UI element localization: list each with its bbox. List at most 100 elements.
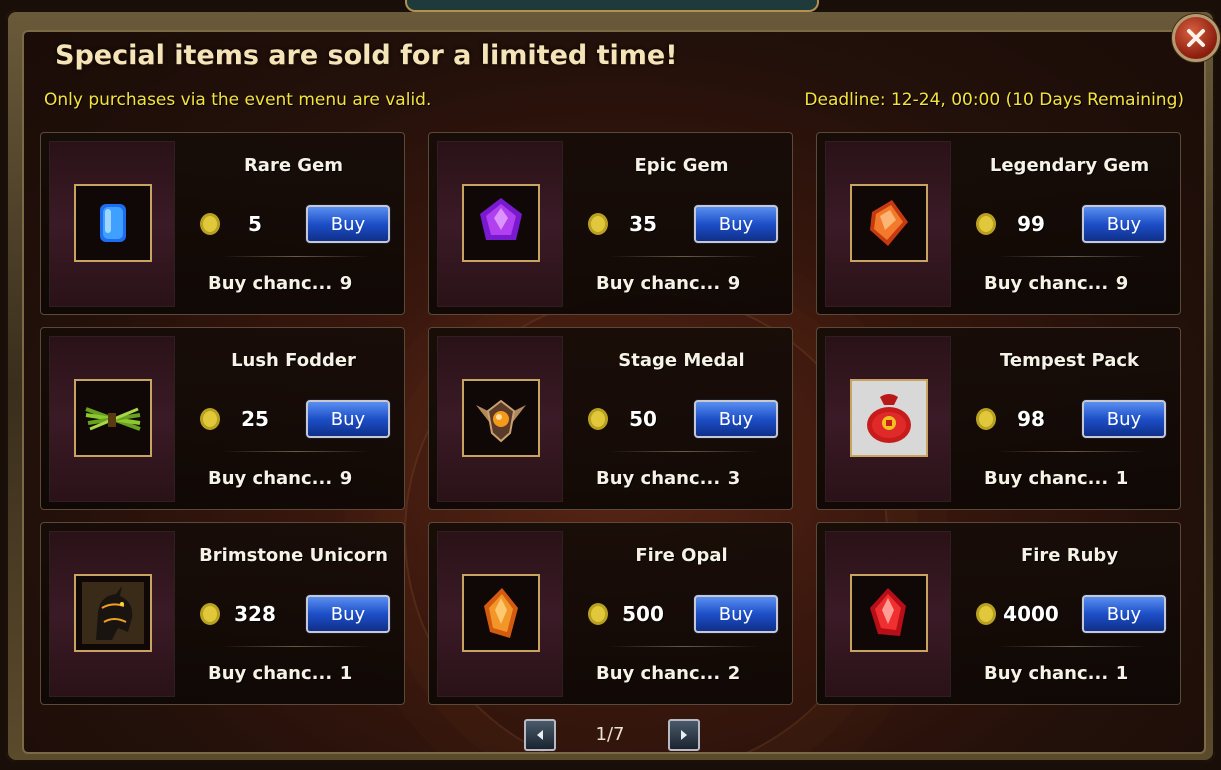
buy-chance-label: Buy chanc... xyxy=(208,663,333,684)
item-price: 500 xyxy=(622,602,664,626)
item-card-tempest-pack: Tempest Pack 98 Buy Buy chanc... 1 xyxy=(816,327,1181,510)
divider xyxy=(221,646,371,647)
item-name: Stage Medal xyxy=(618,350,745,371)
prev-page-button[interactable] xyxy=(524,719,556,751)
buy-chance-value: 9 xyxy=(339,468,353,489)
buy-button[interactable]: Buy xyxy=(306,595,390,633)
fire-opal-icon xyxy=(484,588,518,638)
item-icon-box[interactable] xyxy=(74,574,152,652)
buy-chance-value: 1 xyxy=(1115,468,1129,489)
item-card-stage-medal: Stage Medal 50 Buy Buy chanc... 3 xyxy=(428,327,793,510)
orange-gem-icon xyxy=(870,200,908,246)
blue-gem-icon xyxy=(100,204,126,242)
coin-icon xyxy=(588,408,608,430)
divider xyxy=(609,646,759,647)
coin-icon xyxy=(976,408,996,430)
buy-chance-value: 2 xyxy=(727,663,741,684)
page-title: Special items are sold for a limited tim… xyxy=(55,40,678,71)
buy-chance-value: 9 xyxy=(339,273,353,294)
fodder-icon xyxy=(85,407,141,431)
coin-icon xyxy=(976,603,996,625)
item-card-legendary-gem: Legendary Gem 99 Buy Buy chanc... 9 xyxy=(816,132,1181,315)
item-card-lush-fodder: Lush Fodder 25 Buy Buy chanc... 9 xyxy=(40,327,405,510)
item-icon-box[interactable] xyxy=(462,379,540,457)
item-price: 35 xyxy=(629,212,657,236)
icon-frame xyxy=(825,531,951,697)
coin-icon xyxy=(588,603,608,625)
item-icon-box[interactable] xyxy=(74,184,152,262)
close-icon xyxy=(1187,29,1205,47)
icon-frame xyxy=(49,141,175,307)
icon-frame xyxy=(437,336,563,502)
item-grid: Rare Gem 5 Buy Buy chanc... 9 Epic Gem 3… xyxy=(40,132,1181,705)
top-ornament xyxy=(405,0,819,12)
buy-chance-value: 9 xyxy=(1115,273,1129,294)
item-icon-box[interactable] xyxy=(462,574,540,652)
buy-button[interactable]: Buy xyxy=(1082,400,1166,438)
item-name: Fire Opal xyxy=(635,545,728,566)
coin-icon xyxy=(588,213,608,235)
item-name: Tempest Pack xyxy=(999,350,1140,371)
item-card-fire-ruby: Fire Ruby 4000 Buy Buy chanc... 1 xyxy=(816,522,1181,705)
unicorn-icon xyxy=(82,582,144,644)
item-card-fire-opal: Fire Opal 500 Buy Buy chanc... 2 xyxy=(428,522,793,705)
divider xyxy=(609,256,759,257)
buy-chance-label: Buy chanc... xyxy=(208,468,333,489)
icon-frame xyxy=(437,141,563,307)
buy-chance-label: Buy chanc... xyxy=(984,663,1109,684)
deadline-text: Deadline: 12-24, 00:00 (10 Days Remainin… xyxy=(804,90,1184,110)
item-price: 4000 xyxy=(1003,602,1059,626)
divider xyxy=(609,451,759,452)
event-note: Only purchases via the event menu are va… xyxy=(44,90,432,110)
icon-frame xyxy=(49,531,175,697)
item-icon-box[interactable] xyxy=(850,574,928,652)
coin-icon xyxy=(976,213,996,235)
item-icon-box[interactable] xyxy=(74,379,152,457)
coin-icon xyxy=(200,408,220,430)
buy-button[interactable]: Buy xyxy=(694,400,778,438)
right-arrow-icon xyxy=(681,730,687,740)
item-icon-box[interactable] xyxy=(850,379,928,457)
icon-frame xyxy=(49,336,175,502)
item-card-rare-gem: Rare Gem 5 Buy Buy chanc... 9 xyxy=(40,132,405,315)
buy-chance-value: 1 xyxy=(1115,663,1129,684)
coin-icon xyxy=(200,213,220,235)
item-price: 5 xyxy=(248,212,262,236)
buy-button[interactable]: Buy xyxy=(694,205,778,243)
buy-chance-label: Buy chanc... xyxy=(596,273,721,294)
buy-chance-label: Buy chanc... xyxy=(984,273,1109,294)
close-button[interactable] xyxy=(1172,14,1220,62)
red-bag-icon xyxy=(867,394,911,443)
buy-chance-value: 9 xyxy=(727,273,741,294)
purple-gem-icon xyxy=(480,198,522,240)
buy-chance-label: Buy chanc... xyxy=(596,663,721,684)
icon-frame xyxy=(825,336,951,502)
buy-button[interactable]: Buy xyxy=(1082,595,1166,633)
buy-chance-value: 1 xyxy=(339,663,353,684)
left-arrow-icon xyxy=(537,730,543,740)
medal-icon xyxy=(476,399,526,443)
item-name: Brimstone Unicorn xyxy=(199,545,388,566)
item-price: 99 xyxy=(1017,212,1045,236)
item-card-epic-gem: Epic Gem 35 Buy Buy chanc... 9 xyxy=(428,132,793,315)
buy-chance-value: 3 xyxy=(727,468,741,489)
item-name: Lush Fodder xyxy=(231,350,356,371)
buy-button[interactable]: Buy xyxy=(1082,205,1166,243)
buy-chance-label: Buy chanc... xyxy=(984,468,1109,489)
item-icon-box[interactable] xyxy=(850,184,928,262)
item-price: 98 xyxy=(1017,407,1045,431)
divider xyxy=(997,256,1147,257)
item-card-brimstone-unicorn: Brimstone Unicorn 328 Buy Buy chanc... 1 xyxy=(40,522,405,705)
buy-button[interactable]: Buy xyxy=(306,400,390,438)
next-page-button[interactable] xyxy=(668,719,700,751)
item-price: 25 xyxy=(241,407,269,431)
divider xyxy=(997,451,1147,452)
buy-button[interactable]: Buy xyxy=(694,595,778,633)
divider xyxy=(221,451,371,452)
item-icon-box[interactable] xyxy=(462,184,540,262)
item-price: 50 xyxy=(629,407,657,431)
item-name: Legendary Gem xyxy=(989,155,1150,176)
icon-frame xyxy=(437,531,563,697)
fire-ruby-icon xyxy=(870,588,906,636)
buy-button[interactable]: Buy xyxy=(306,205,390,243)
